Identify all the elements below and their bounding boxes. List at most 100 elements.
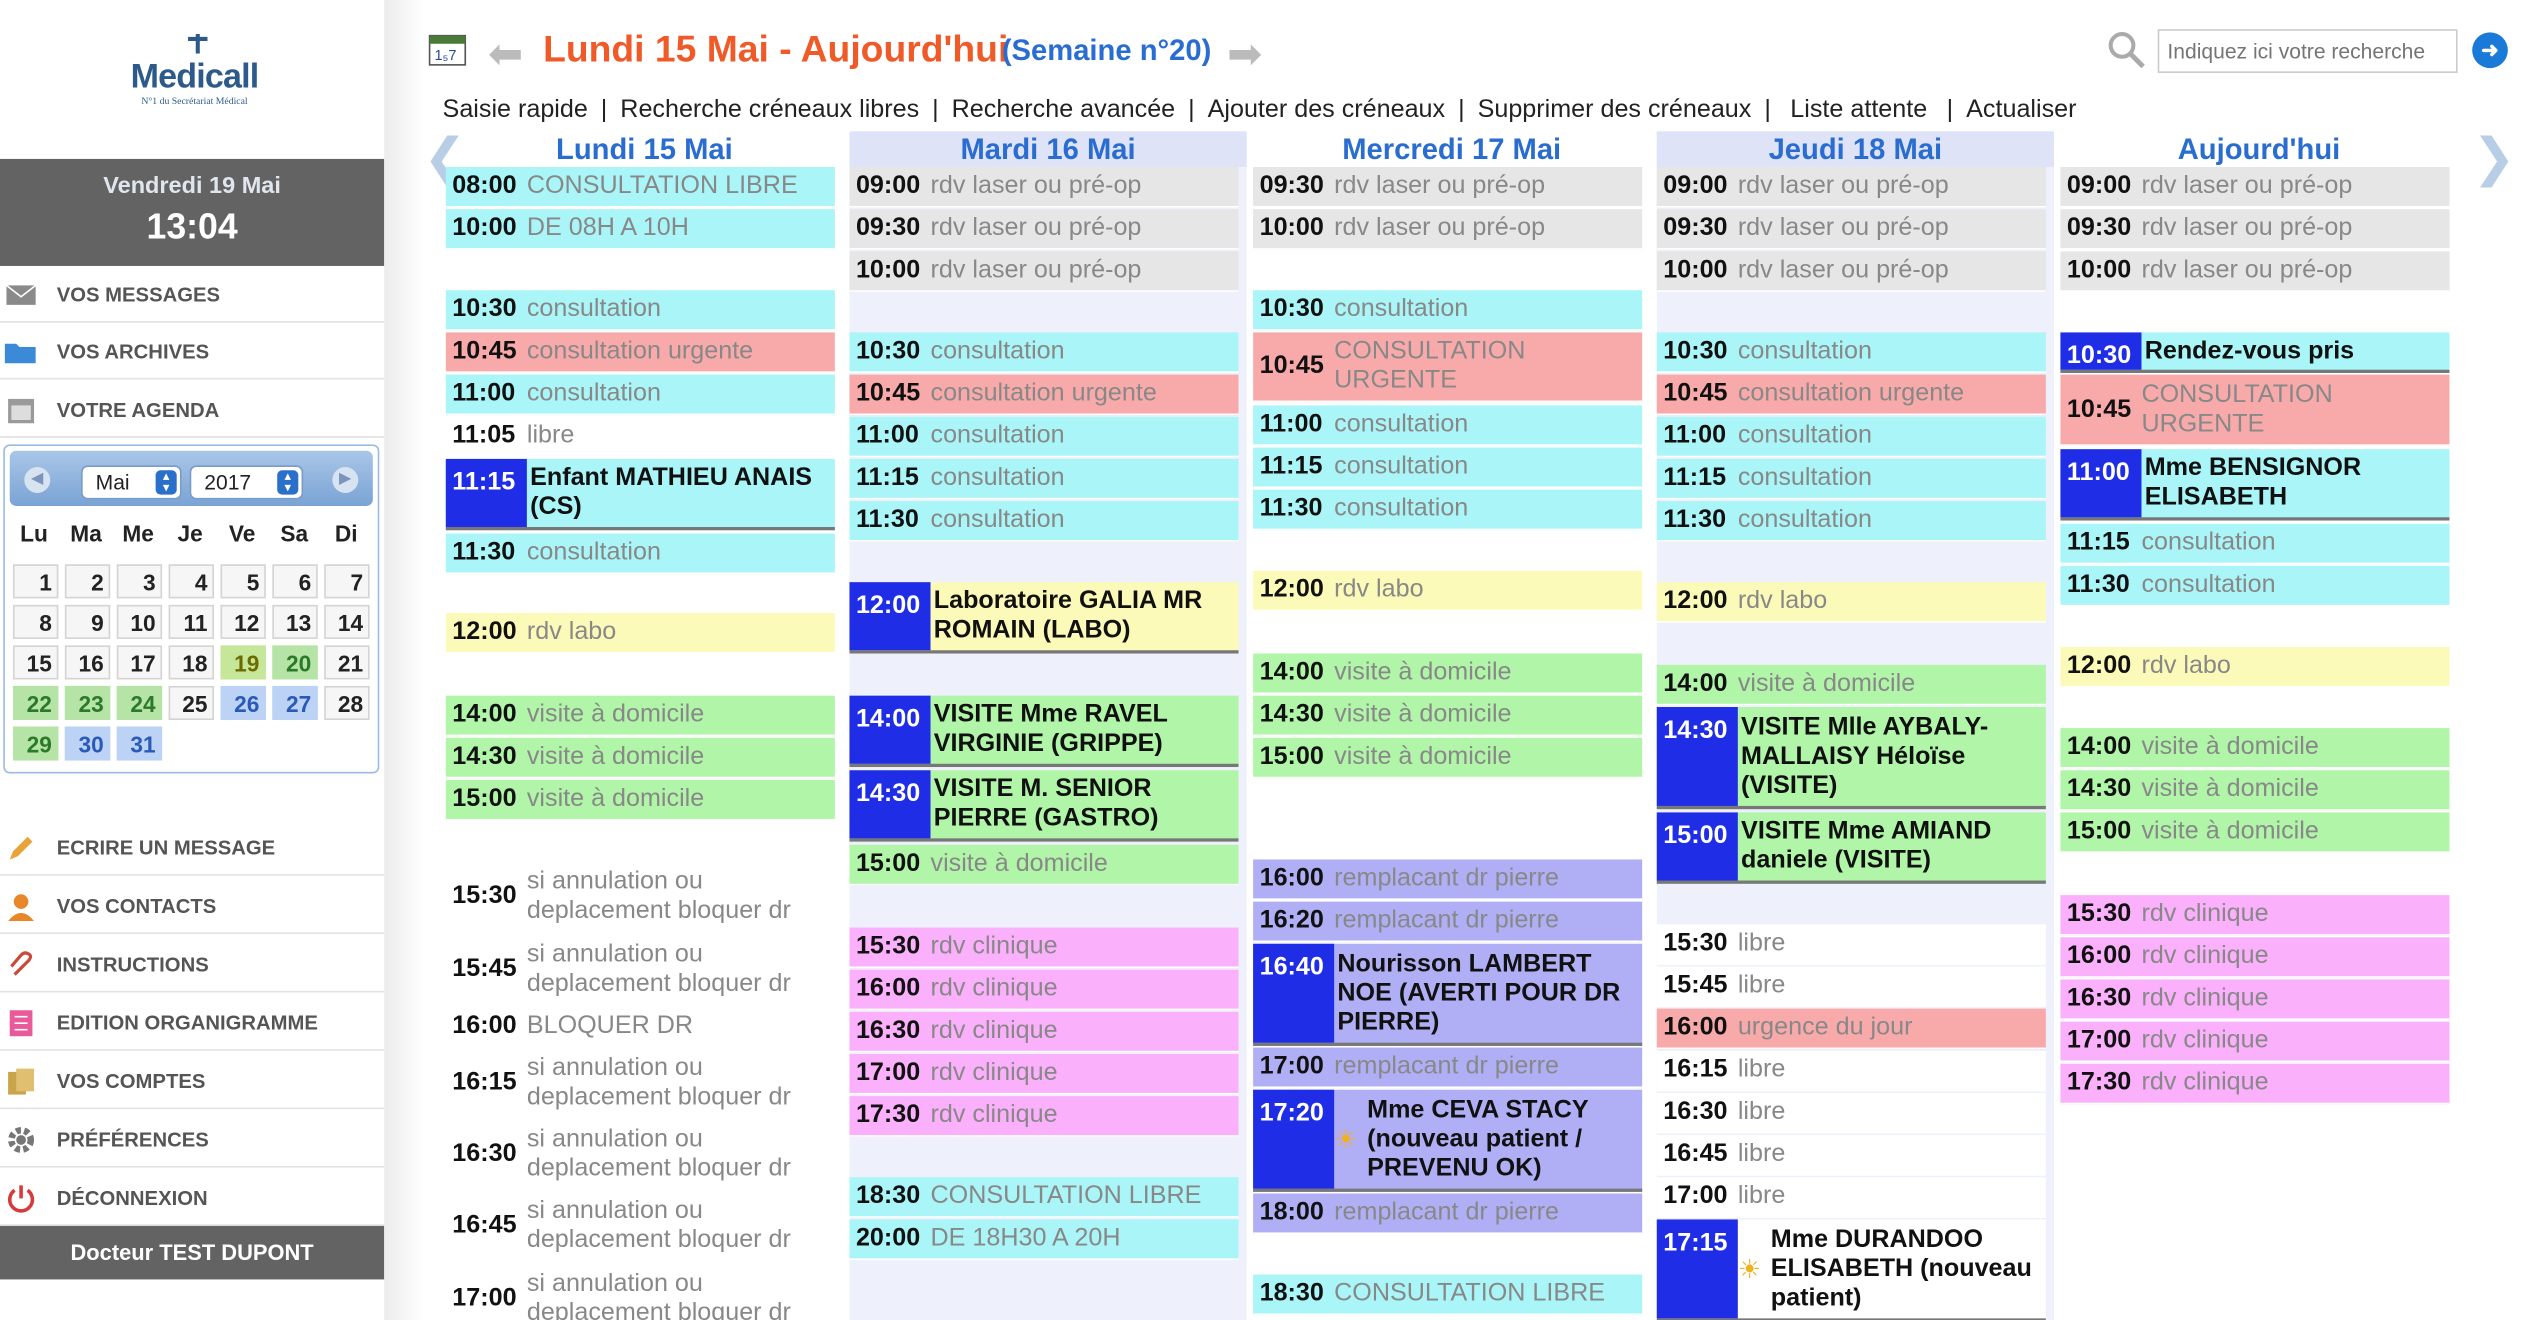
time-slot[interactable]: 15:00 visite à domicile bbox=[849, 844, 1239, 886]
time-slot[interactable]: 10:45 consultation urgente bbox=[1656, 374, 2046, 416]
time-slot[interactable]: 16:00 BLOQUER DR bbox=[445, 1007, 835, 1048]
appointment[interactable]: 15:00 VISITE Mme AMIAND daniele (VISITE) bbox=[1656, 812, 2046, 884]
time-slot[interactable]: 17:00 si annulation ou deplacement bloque… bbox=[445, 1264, 835, 1320]
menu-contacts[interactable]: VOS CONTACTS bbox=[0, 879, 385, 935]
calendar-day[interactable]: 29 bbox=[12, 726, 59, 761]
menu-messages[interactable]: VOS MESSAGES bbox=[0, 268, 385, 323]
calendar-day[interactable]: 4 bbox=[168, 564, 214, 599]
time-slot[interactable]: 15:00 visite à domicile bbox=[445, 779, 835, 821]
menu-organigramme[interactable]: EDITION ORGANIGRAMME bbox=[0, 996, 385, 1051]
day-header[interactable]: Lundi 15 Mai bbox=[446, 131, 843, 167]
calendar-day[interactable]: 6 bbox=[272, 564, 318, 599]
time-slot[interactable]: 09:00 rdv laser ou pré-op bbox=[2060, 167, 2450, 208]
time-slot[interactable]: 20:00 DE 18H30 A 20H bbox=[849, 1219, 1239, 1260]
time-slot[interactable]: 10:45 CONSULTATION URGENTE bbox=[2060, 374, 2450, 446]
toolbar-item[interactable]: Ajouter des créneaux bbox=[1208, 96, 1445, 125]
year-select[interactable]: 2017 ▴ ▾ bbox=[189, 465, 304, 500]
time-slot[interactable]: 16:30 si annulation ou deplacement bloque… bbox=[445, 1120, 835, 1191]
time-slot[interactable]: 18:30 CONSULTATION LIBRE bbox=[1253, 1274, 1643, 1316]
time-slot[interactable]: 14:00 visite à domicile bbox=[1656, 664, 2046, 706]
next-day-icon[interactable]: ➡ bbox=[1227, 29, 1262, 79]
next-week-icon[interactable]: ❯ bbox=[2472, 126, 2515, 188]
time-slot[interactable]: 12:00 rdv labo bbox=[1656, 582, 2046, 623]
time-slot[interactable]: 17:00 rdv clinique bbox=[2060, 1021, 2450, 1063]
calendar-day[interactable]: 25 bbox=[168, 685, 214, 720]
time-slot[interactable]: 11:15 consultation bbox=[1253, 447, 1643, 489]
toolbar-item[interactable]: Actualiser bbox=[1966, 96, 2076, 125]
appointment[interactable]: 14:30 VISITE M. SENIOR PIERRE (GASTRO) bbox=[849, 770, 1239, 842]
time-slot[interactable]: 10:00 rdv laser ou pré-op bbox=[849, 251, 1239, 292]
time-slot[interactable]: 16:15 libre bbox=[1656, 1050, 2046, 1092]
time-slot[interactable]: 11:00 consultation bbox=[849, 416, 1239, 458]
time-slot[interactable]: 14:00 visite à domicile bbox=[2060, 728, 2450, 769]
time-slot[interactable]: 16:30 rdv clinique bbox=[849, 1011, 1239, 1053]
calendar-day[interactable]: 20 bbox=[272, 645, 318, 680]
menu-write-message[interactable]: ECRIRE UN MESSAGE bbox=[0, 821, 385, 876]
appointment[interactable]: 17:15 ☀ Mme DURANDOO ELISABETH (nouveau pa… bbox=[1656, 1219, 2046, 1320]
menu-agenda[interactable]: VOTRE AGENDA bbox=[0, 383, 385, 438]
time-slot[interactable]: 14:30 visite à domicile bbox=[445, 737, 835, 779]
appointment[interactable]: 10:30 Rendez-vous pris bbox=[2060, 332, 2450, 373]
calendar-day[interactable]: 28 bbox=[324, 685, 370, 720]
day-header[interactable]: Mercredi 17 Mai bbox=[1253, 131, 1650, 167]
time-slot[interactable]: 09:30 rdv laser ou pré-op bbox=[2060, 209, 2450, 250]
time-slot[interactable]: 16:15 si annulation ou deplacement bloque… bbox=[445, 1049, 835, 1119]
calendar-day[interactable]: 14 bbox=[324, 604, 370, 639]
calendar-day[interactable]: 11 bbox=[168, 604, 214, 639]
calendar-day[interactable]: 12 bbox=[220, 604, 266, 639]
toolbar-item[interactable]: Liste attente bbox=[1790, 96, 1927, 125]
time-slot[interactable]: 08:00 CONSULTATION LIBRE bbox=[445, 167, 835, 208]
time-slot[interactable]: 11:15 consultation bbox=[1656, 458, 2046, 500]
time-slot[interactable]: 16:30 rdv clinique bbox=[2060, 979, 2450, 1020]
time-slot[interactable]: 15:45 si annulation ou deplacement bloque… bbox=[445, 935, 835, 1006]
appointment[interactable]: 12:00 Laboratoire GALIA MR ROMAIN (LABO) bbox=[849, 582, 1239, 654]
time-slot[interactable]: 09:00 rdv laser ou pré-op bbox=[849, 167, 1239, 208]
time-slot[interactable]: 09:30 rdv laser ou pré-op bbox=[1253, 167, 1643, 208]
time-slot[interactable]: 14:00 visite à domicile bbox=[445, 695, 835, 737]
time-slot[interactable]: 16:00 rdv clinique bbox=[2060, 937, 2450, 978]
time-slot[interactable]: 11:30 consultation bbox=[1656, 501, 2046, 542]
time-slot[interactable]: 16:30 libre bbox=[1656, 1092, 2046, 1134]
time-slot[interactable]: 10:00 rdv laser ou pré-op bbox=[2060, 251, 2450, 292]
menu-instructions[interactable]: INSTRUCTIONS bbox=[0, 937, 385, 993]
time-slot[interactable]: 09:30 rdv laser ou pré-op bbox=[1656, 209, 2046, 250]
calendar-day[interactable]: 17 bbox=[116, 645, 163, 680]
time-slot[interactable]: 10:45 CONSULTATION URGENTE bbox=[1253, 332, 1643, 403]
search-icon[interactable] bbox=[2107, 31, 2146, 70]
calendar-day[interactable]: 8 bbox=[12, 604, 59, 639]
time-slot[interactable]: 12:00 rdv labo bbox=[1253, 570, 1643, 612]
time-slot[interactable]: 10:00 DE 08H A 10H bbox=[445, 209, 835, 250]
time-slot[interactable]: 15:45 libre bbox=[1656, 966, 2046, 1008]
time-slot[interactable]: 12:00 rdv labo bbox=[445, 612, 835, 654]
calendar-day[interactable]: 7 bbox=[324, 564, 370, 599]
time-slot[interactable]: 18:00 remplacant dr pierre bbox=[1253, 1193, 1643, 1235]
time-slot[interactable]: 11:00 consultation bbox=[445, 374, 835, 416]
calendar-day[interactable]: 26 bbox=[220, 685, 266, 720]
time-slot[interactable]: 18:30 CONSULTATION LIBRE bbox=[849, 1177, 1239, 1218]
time-slot[interactable]: 16:45 libre bbox=[1656, 1135, 2046, 1176]
calendar-day[interactable]: 9 bbox=[64, 604, 111, 639]
appointment[interactable]: 11:00 Mme BENSIGNOR ELISABETH bbox=[2060, 449, 2450, 521]
time-slot[interactable]: 11:00 consultation bbox=[1253, 405, 1643, 446]
time-slot[interactable]: 11:00 consultation bbox=[1656, 416, 2046, 458]
calendar-day[interactable]: 10 bbox=[116, 604, 163, 639]
appointment[interactable]: 14:00 VISITE Mme RAVEL VIRGINIE (GRIPPE) bbox=[849, 695, 1239, 768]
time-slot[interactable]: 10:30 consultation bbox=[849, 332, 1239, 373]
calendar-day[interactable]: 27 bbox=[272, 685, 318, 720]
time-slot[interactable]: 17:30 rdv clinique bbox=[2060, 1063, 2450, 1105]
appointment[interactable]: 11:15 Enfant MATHIEU ANAIS (CS) bbox=[445, 458, 835, 531]
calendar-day[interactable]: 3 bbox=[116, 564, 163, 599]
time-slot[interactable]: 10:45 consultation urgente bbox=[849, 374, 1239, 416]
toolbar-item[interactable]: Recherche créneaux libres bbox=[620, 96, 919, 125]
day-header[interactable]: Jeudi 18 Mai bbox=[1656, 131, 2054, 168]
toolbar-item[interactable]: Recherche avancée bbox=[952, 96, 1176, 125]
month-select[interactable]: Mai ▴ ▾ bbox=[81, 465, 182, 500]
time-slot[interactable]: 16:00 rdv clinique bbox=[849, 969, 1239, 1011]
search-input[interactable] bbox=[2157, 29, 2458, 73]
time-slot[interactable]: 11:30 consultation bbox=[1253, 489, 1643, 531]
time-slot[interactable]: 15:30 rdv clinique bbox=[2060, 895, 2450, 936]
time-slot[interactable]: 16:00 urgence du jour bbox=[1656, 1008, 2046, 1050]
time-slot[interactable]: 15:30 si annulation ou deplacement bloque… bbox=[445, 862, 835, 933]
time-slot[interactable]: 17:00 remplacant dr pierre bbox=[1253, 1047, 1643, 1089]
time-slot[interactable]: 11:30 consultation bbox=[445, 533, 835, 575]
